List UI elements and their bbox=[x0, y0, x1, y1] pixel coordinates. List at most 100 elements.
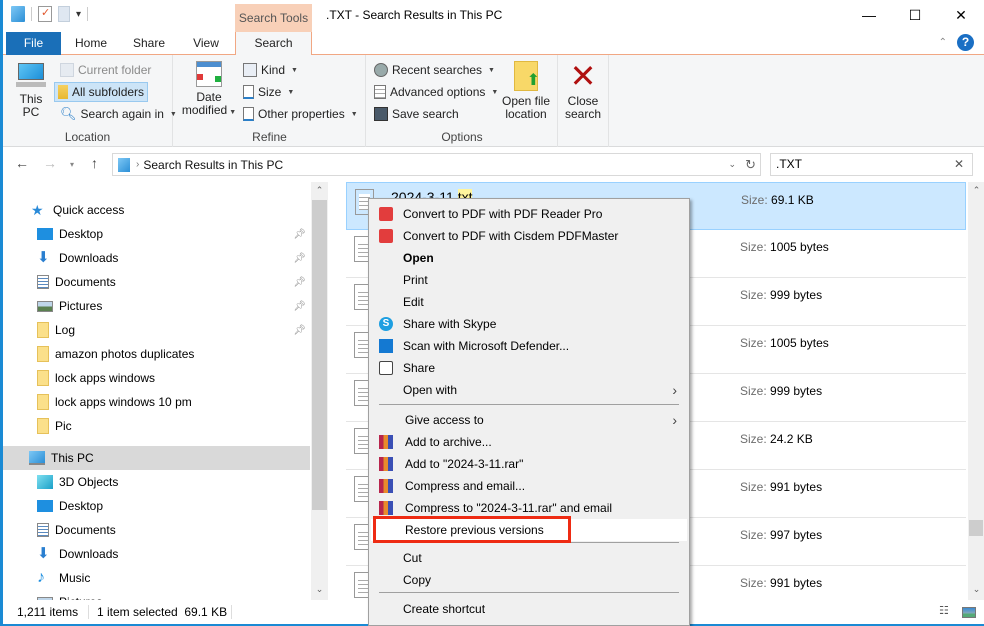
menu-item-create-shortcut[interactable]: Create shortcut bbox=[371, 598, 687, 620]
maximize-button[interactable]: ☐ bbox=[892, 0, 938, 30]
sidebar-item[interactable]: Pic bbox=[3, 414, 310, 438]
close-button[interactable]: ✕ bbox=[938, 0, 984, 30]
scrollbar-thumb[interactable] bbox=[312, 200, 327, 510]
scroll-up-icon[interactable]: ⌃ bbox=[311, 185, 328, 196]
menu-item-label: Share bbox=[403, 361, 436, 375]
save-search-button[interactable]: Save search bbox=[371, 104, 462, 124]
sidebar-item[interactable]: Pictures 📌︎ bbox=[3, 294, 310, 318]
sidebar-item[interactable]: lock apps windows 10 pm bbox=[3, 390, 310, 414]
menu-item-add-to-archive[interactable]: Add to archive... bbox=[371, 431, 687, 453]
properties-icon[interactable] bbox=[38, 6, 52, 22]
address-bar[interactable]: › Search Results in This PC ⌄ ↻ bbox=[112, 153, 761, 176]
menu-item-add-to-2024-3-11-rar[interactable]: Add to "2024-3-11.rar" bbox=[371, 453, 687, 475]
size-label: Size: bbox=[740, 384, 767, 398]
back-button[interactable]: ← bbox=[15, 155, 29, 171]
sidebar-item[interactable]: ⬇ Downloads bbox=[3, 542, 310, 566]
other-properties-button[interactable]: Other properties ▼ bbox=[240, 104, 361, 124]
scroll-down-icon[interactable]: ⌄ bbox=[968, 584, 984, 595]
pin-icon[interactable]: 📌︎ bbox=[293, 301, 306, 312]
all-subfolders-button[interactable]: All subfolders bbox=[54, 82, 149, 102]
new-folder-icon[interactable] bbox=[58, 6, 70, 22]
current-folder-button[interactable]: Current folder bbox=[57, 60, 154, 80]
menu-item-share[interactable]: Share bbox=[371, 357, 687, 379]
menu-item-edit[interactable]: Edit bbox=[371, 291, 687, 313]
minimize-button[interactable]: — bbox=[846, 0, 892, 30]
clear-search-icon[interactable]: ✕ bbox=[954, 154, 964, 175]
pin-icon[interactable]: 📌︎ bbox=[293, 277, 306, 288]
scrollbar-thumb[interactable] bbox=[969, 520, 983, 536]
menu-item-open-with[interactable]: Open with › bbox=[371, 379, 687, 401]
scroll-down-icon[interactable]: ⌄ bbox=[311, 584, 328, 595]
sidebar-item[interactable]: 3D Objects bbox=[3, 470, 310, 494]
tab-share[interactable]: Share bbox=[123, 32, 175, 55]
sidebar-item[interactable]: lock apps windows bbox=[3, 366, 310, 390]
dropdown-icon: ▼ bbox=[350, 110, 358, 118]
search-input[interactable]: .TXT ✕ bbox=[770, 153, 973, 176]
sidebar-item[interactable]: Documents bbox=[3, 518, 310, 542]
menu-item-copy[interactable]: Copy bbox=[371, 569, 687, 591]
sidebar-scrollbar[interactable]: ⌃ ⌄ bbox=[311, 182, 328, 600]
folder-icon[interactable] bbox=[11, 6, 25, 22]
recent-searches-button[interactable]: Recent searches ▼ bbox=[371, 60, 498, 80]
scroll-up-icon[interactable]: ⌃ bbox=[968, 185, 984, 196]
forward-button[interactable]: → bbox=[43, 155, 57, 171]
menu-item-compress-and-email[interactable]: Compress and email... bbox=[371, 475, 687, 497]
tab-view[interactable]: View bbox=[181, 32, 231, 55]
sidebar-item[interactable]: Pictures bbox=[3, 590, 310, 600]
sidebar-item[interactable]: Desktop 📌︎ bbox=[3, 222, 310, 246]
sidebar-item[interactable]: Documents 📌︎ bbox=[3, 270, 310, 294]
tab-search[interactable]: Search bbox=[235, 32, 312, 56]
sidebar-item[interactable]: ♪ Music bbox=[3, 566, 310, 590]
menu-item-cut[interactable]: Cut bbox=[371, 547, 687, 569]
menu-item-open[interactable]: Open bbox=[371, 247, 687, 269]
pin-icon[interactable]: 📌︎ bbox=[293, 325, 306, 336]
sidebar-item[interactable]: Log 📌︎ bbox=[3, 318, 310, 342]
menu-item-label: Convert to PDF with Cisdem PDFMaster bbox=[403, 229, 619, 243]
size-button[interactable]: Size ▼ bbox=[240, 82, 297, 102]
menu-item-convert-to-pdf-with-cisdem-pdfmaster[interactable]: Convert to PDF with Cisdem PDFMaster bbox=[371, 225, 687, 247]
search-again-in-button[interactable]: 🔍︎ Search again in ▼ bbox=[57, 104, 180, 124]
menu-item-scan-with-microsoft-defender[interactable]: Scan with Microsoft Defender... bbox=[371, 335, 687, 357]
pin-icon[interactable]: 📌︎ bbox=[293, 253, 306, 264]
sidebar-item-label: Pictures bbox=[59, 299, 103, 313]
sidebar-item-this-pc[interactable]: This PC bbox=[3, 446, 310, 470]
menu-item-give-access-to[interactable]: Give access to › bbox=[371, 409, 687, 431]
up-button[interactable]: ↑ bbox=[91, 155, 98, 171]
close-search-button[interactable]: ✕ Close search bbox=[563, 58, 603, 121]
menu-item-share-with-skype[interactable]: S Share with Skype bbox=[371, 313, 687, 335]
refresh-icon[interactable]: ↻ bbox=[745, 157, 756, 173]
divider bbox=[88, 605, 89, 619]
pin-icon[interactable]: 📌︎ bbox=[293, 229, 306, 240]
music-icon: ♪ bbox=[37, 569, 45, 586]
size-label: Size: bbox=[740, 528, 767, 542]
sidebar-item[interactable]: Desktop bbox=[3, 494, 310, 518]
sidebar-item-label: 3D Objects bbox=[59, 475, 119, 489]
customize-toolbar-icon[interactable]: ▾ bbox=[76, 9, 81, 20]
tab-home[interactable]: Home bbox=[65, 32, 117, 55]
this-pc-button[interactable]: This PC bbox=[13, 61, 49, 119]
breadcrumb-chevron-icon: › bbox=[136, 159, 140, 170]
date-modified-button[interactable]: Date modified ▼ bbox=[179, 61, 239, 119]
file-list-scrollbar[interactable]: ⌃ ⌄ bbox=[968, 182, 984, 600]
sidebar-item[interactable]: ⬇ Downloads 📌︎ bbox=[3, 246, 310, 270]
menu-item-print[interactable]: Print bbox=[371, 269, 687, 291]
size-label: Size: bbox=[740, 576, 767, 590]
details-view-icon[interactable]: ☷ bbox=[939, 604, 949, 617]
open-file-location-button[interactable]: ⬆ Open file location bbox=[498, 61, 554, 121]
current-folder-label: Current folder bbox=[78, 63, 152, 77]
tab-file[interactable]: File bbox=[6, 32, 61, 55]
sidebar-item-quick-access[interactable]: ★ Quick access bbox=[3, 198, 310, 222]
advanced-options-label: Advanced options bbox=[390, 85, 486, 99]
help-icon[interactable]: ? bbox=[957, 34, 974, 51]
advanced-options-button[interactable]: Advanced options ▼ bbox=[371, 82, 501, 102]
folder-icon bbox=[37, 322, 49, 338]
kind-button[interactable]: Kind ▼ bbox=[240, 60, 301, 80]
recent-locations-button[interactable]: ▾ bbox=[70, 160, 74, 169]
close-search-icon: ✕ bbox=[569, 58, 597, 94]
sidebar-item-label: lock apps windows 10 pm bbox=[55, 395, 192, 409]
sidebar-item[interactable]: amazon photos duplicates bbox=[3, 342, 310, 366]
menu-item-convert-to-pdf-with-pdf-reader-pro[interactable]: Convert to PDF with PDF Reader Pro bbox=[371, 203, 687, 225]
collapse-ribbon-icon[interactable]: ⌃ bbox=[939, 37, 947, 48]
large-icons-view-icon[interactable] bbox=[962, 607, 976, 618]
address-dropdown-icon[interactable]: ⌄ bbox=[728, 159, 736, 170]
